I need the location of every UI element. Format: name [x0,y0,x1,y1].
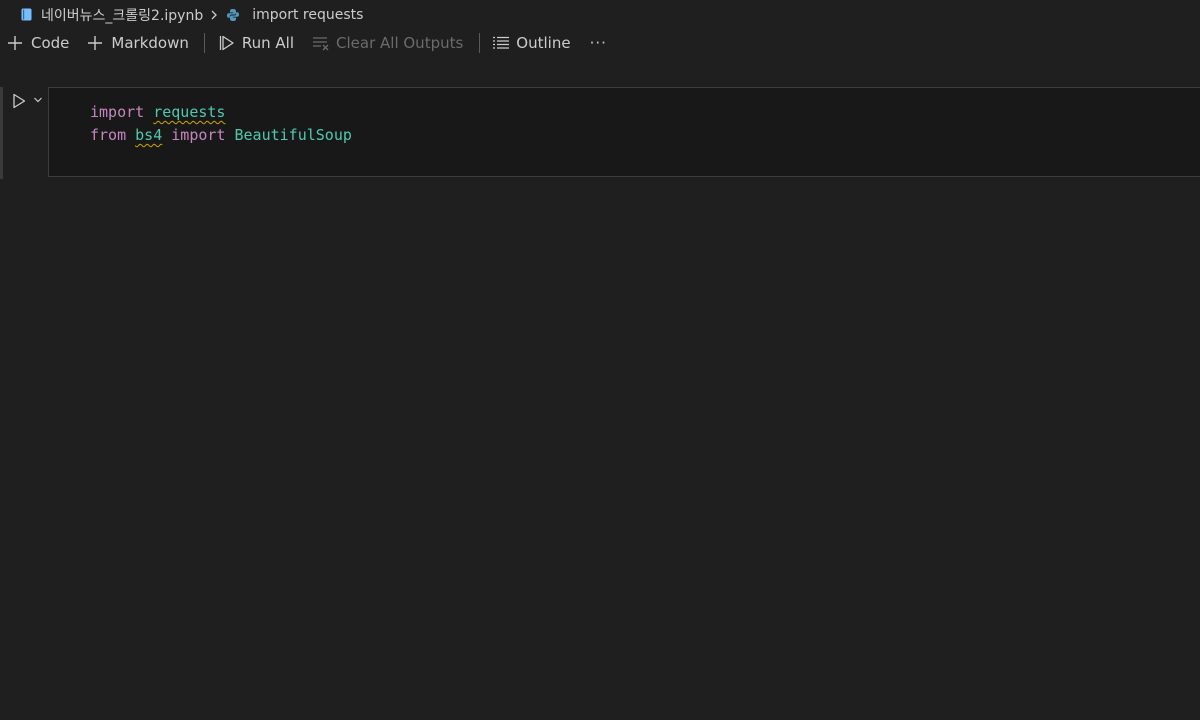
run-all-button[interactable]: Run All [218,30,294,56]
code-cell[interactable]: import requests from bs4 import Beautifu… [0,87,1200,179]
run-options-button[interactable] [32,94,44,106]
add-markdown-cell-button[interactable]: Markdown [86,30,189,56]
run-all-label: Run All [241,34,295,52]
play-icon [13,93,26,109]
clear-all-outputs-label: Clear All Outputs [336,34,464,52]
code-module: requests [153,103,226,121]
code-keyword: from [90,126,127,144]
add-code-cell-label: Code [31,34,70,52]
notebook-file-icon [19,8,33,22]
add-code-cell-button[interactable]: Code [6,30,69,56]
cell-editor[interactable]: import requests from bs4 import Beautifu… [48,87,1200,177]
clear-all-outputs-button[interactable]: Clear All Outputs [312,30,463,56]
chevron-right-icon [209,8,219,22]
code-keyword: import [90,103,145,121]
list-icon [492,34,510,52]
code-keyword: import [171,126,226,144]
python-icon [225,7,241,23]
chevron-down-icon [34,97,42,103]
breadcrumb-file-name: 네이버뉴스_크롤링2.ipynb [41,7,204,24]
code-line: import requests [90,101,225,123]
code-module: bs4 [135,126,163,144]
notebook-toolbar: Code Markdown Run All Clear All Outputs [0,29,1200,57]
run-all-icon [218,34,236,52]
breadcrumb-item-symbol[interactable]: import requests [225,7,363,23]
breadcrumb: 네이버뉴스_크롤링2.ipynb import requests [0,0,1200,29]
outline-button[interactable]: Outline [492,30,571,56]
toolbar-divider [203,33,205,53]
cell-focus-indicator [0,87,3,179]
plus-icon [86,34,104,52]
breadcrumb-symbol-name: import requests [252,6,364,23]
plus-icon [6,34,24,52]
breadcrumb-item-file[interactable]: 네이버뉴스_크롤링2.ipynb [0,5,203,25]
add-markdown-cell-label: Markdown [111,34,189,52]
run-cell-button[interactable] [10,92,28,110]
clear-all-icon [312,34,330,52]
outline-label: Outline [516,34,571,52]
more-icon: ··· [589,34,607,52]
toolbar-divider [479,33,481,53]
more-actions-button[interactable]: ··· [590,30,607,56]
code-line: from bs4 import BeautifulSoup [90,124,352,146]
code-class-name: BeautifulSoup [234,126,352,144]
